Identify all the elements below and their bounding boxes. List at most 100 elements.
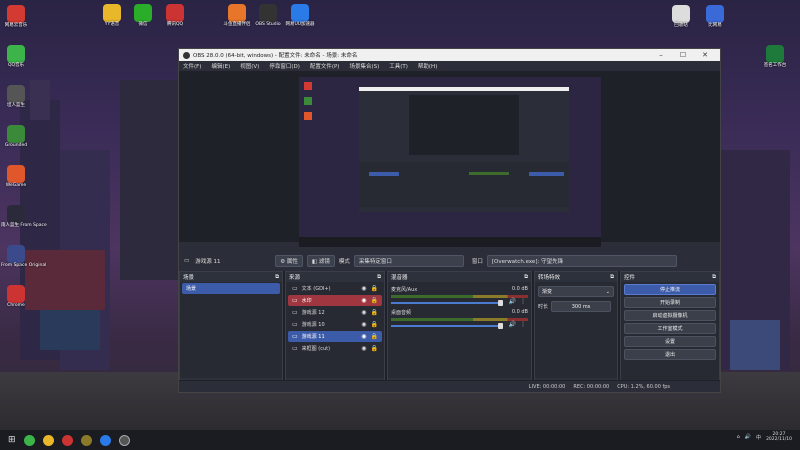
desktop-shortcut-label: 比网易 xyxy=(708,23,722,28)
channel-menu-icon[interactable]: ⋮ xyxy=(520,298,526,305)
source-type-icon: ▭ xyxy=(292,285,298,292)
source-item[interactable]: ▭ 游戏源 12 ◉ 🔒 xyxy=(288,307,382,318)
desktop-shortcut-label: 雨人蓝生 From Space xyxy=(1,223,47,228)
exit-button[interactable]: 退出 xyxy=(624,349,716,360)
transition-select[interactable]: 渐变 ⌄ xyxy=(538,286,614,297)
uu-icon[interactable] xyxy=(99,434,111,446)
undock-icon[interactable]: ⧉ xyxy=(275,274,279,281)
obs-taskbar-icon[interactable] xyxy=(118,434,130,446)
menu-item[interactable]: 编辑(E) xyxy=(211,62,230,70)
scene-name: 场景 xyxy=(186,286,197,292)
window-select[interactable]: [Overwatch.exe]: 守望先锋 xyxy=(486,254,677,267)
desktop-shortcut[interactable]: 坦人蓝生 xyxy=(1,85,31,109)
menu-item[interactable]: 视图(V) xyxy=(240,62,259,70)
menu-item[interactable]: 工具(T) xyxy=(389,62,408,70)
desktop-shortcut[interactable]: OBS Studio xyxy=(253,4,283,28)
qq-music-icon[interactable] xyxy=(23,434,35,446)
undock-icon[interactable]: ⧉ xyxy=(524,274,528,281)
source-item[interactable]: ▭ 文本 (GDI+) ◉ 🔒 xyxy=(288,283,382,294)
close-button[interactable]: ✕ xyxy=(694,51,716,59)
source-name: 游戏源 11 xyxy=(301,334,325,340)
desktop-shortcut-label: 腾讯QQ xyxy=(166,22,184,27)
source-name: 文本 (GDI+) xyxy=(301,286,331,292)
desktop-shortcut[interactable]: 斗鱼直播伴侣 xyxy=(222,4,252,28)
volume-icon[interactable]: 🔊 xyxy=(745,434,751,440)
filters-label: 滤镜 xyxy=(318,258,330,265)
desktop-shortcut[interactable]: 签名工作台 xyxy=(760,45,790,69)
undock-icon[interactable]: ⧉ xyxy=(712,274,716,281)
lock-icon[interactable]: 🔒 xyxy=(371,321,378,328)
duration-input[interactable]: 300 ms xyxy=(551,301,611,312)
chrome-icon xyxy=(7,285,25,303)
channel-db: 0.0 dB xyxy=(511,309,528,315)
desktop-shortcut[interactable]: 腾讯QQ xyxy=(160,4,190,28)
studio-mode-button[interactable]: 工作室模式 xyxy=(624,323,716,334)
language-indicator[interactable]: 中 xyxy=(756,434,761,441)
menu-item[interactable]: 配置文件(P) xyxy=(310,62,340,70)
scene-item[interactable]: 场景 xyxy=(182,283,280,294)
start-virtual-camera-button[interactable]: 启动虚拟摄像机 xyxy=(624,310,716,321)
desktop-shortcut[interactable]: 雨人蓝生 From Space xyxy=(1,205,47,229)
mode-select[interactable]: 采集特定窗口 xyxy=(353,254,464,267)
desktop-shortcut[interactable]: Grounded xyxy=(1,125,31,149)
netease-music-icon[interactable] xyxy=(61,434,73,446)
speaker-icon[interactable]: 🔊 xyxy=(509,298,516,305)
clock[interactable]: 20:27 2022/11/10 xyxy=(766,432,792,443)
desktop-shortcut[interactable]: Chrome xyxy=(1,285,31,309)
recycle-bin-icon xyxy=(672,5,690,23)
undock-icon[interactable]: ⧉ xyxy=(610,274,614,281)
desktop-shortcut[interactable]: From Space Original xyxy=(1,245,46,269)
minimize-button[interactable]: – xyxy=(650,51,672,59)
stop-streaming-button[interactable]: 停止推流 xyxy=(624,284,716,295)
desktop-shortcut[interactable]: 微信 xyxy=(128,4,158,28)
visibility-eye-icon[interactable]: ◉ xyxy=(361,297,366,304)
desktop-shortcut[interactable]: YY语音 xyxy=(97,4,127,28)
speaker-icon[interactable]: 🔊 xyxy=(509,321,516,328)
visibility-eye-icon[interactable]: ◉ xyxy=(361,309,366,316)
visibility-eye-icon[interactable]: ◉ xyxy=(361,321,366,328)
menu-item[interactable]: 停靠窗口(D) xyxy=(269,62,300,70)
desktop-shortcut[interactable]: WeGame xyxy=(1,165,31,189)
menu-item[interactable]: 帮助(H) xyxy=(418,62,437,70)
menu-item[interactable]: 文件(F) xyxy=(183,62,201,70)
desktop-shortcut[interactable]: 回收站 xyxy=(666,5,696,29)
stream-preview[interactable] xyxy=(299,77,601,247)
visibility-eye-icon[interactable]: ◉ xyxy=(361,333,366,340)
desktop-shortcut[interactable]: 网易UU加速器 xyxy=(285,4,315,28)
visibility-eye-icon[interactable]: ◉ xyxy=(361,345,366,352)
lock-icon[interactable]: 🔒 xyxy=(371,285,378,292)
volume-slider[interactable] xyxy=(391,323,503,329)
start-recording-button[interactable]: 开始录制 xyxy=(624,297,716,308)
source-item[interactable]: ▭ 游戏源 11 ◉ 🔒 xyxy=(288,331,382,342)
volume-slider[interactable] xyxy=(391,300,503,306)
lock-icon[interactable]: 🔒 xyxy=(371,297,378,304)
lock-icon[interactable]: 🔒 xyxy=(371,345,378,352)
source-item[interactable]: ▭ 来框图 (cut) ◉ 🔒 xyxy=(288,343,382,354)
maximize-button[interactable]: ☐ xyxy=(672,51,694,59)
network-icon[interactable]: ⌂ xyxy=(737,434,740,440)
desktop-shortcut[interactable]: 网易云音乐 xyxy=(1,5,31,29)
properties-button[interactable]: ⚙ 属性 xyxy=(275,254,303,267)
desktop-shortcut[interactable]: 比网易 xyxy=(700,5,730,29)
settings-button[interactable]: 设置 xyxy=(624,336,716,347)
lock-icon[interactable]: 🔒 xyxy=(371,333,378,340)
source-name: 来框图 (cut) xyxy=(301,346,331,352)
netease-music-icon xyxy=(7,5,25,23)
menu-bar: 文件(F) 编辑(E) 视图(V) 停靠窗口(D) 配置文件(P) 场景集合(S) 工具(T… xyxy=(179,61,720,72)
undock-icon[interactable]: ⧉ xyxy=(377,274,381,281)
windows-start-icon[interactable]: ⊞ xyxy=(8,435,16,445)
filters-button[interactable]: ◧ 滤镜 xyxy=(306,254,335,267)
menu-item[interactable]: 场景集合(S) xyxy=(349,62,379,70)
desktop-shortcut-label: QQ音乐 xyxy=(7,63,25,68)
sources-dock: 来源 ⧉ ▭ 文本 (GDI+) ◉ 🔒 ▭ 水印 ◉ 🔒 ▭ 游戏源 12 ◉ 🔒 ▭ 游戏源 10 ◉ 🔒 ▭… xyxy=(285,271,385,392)
yy-icon[interactable] xyxy=(42,434,54,446)
visibility-eye-icon[interactable]: ◉ xyxy=(361,285,366,292)
channel-menu-icon[interactable]: ⋮ xyxy=(520,321,526,328)
game-icon[interactable] xyxy=(80,434,92,446)
source-item[interactable]: ▭ 游戏源 10 ◉ 🔒 xyxy=(288,319,382,330)
desktop-shortcut[interactable]: QQ音乐 xyxy=(1,45,31,69)
obs-icon xyxy=(259,4,277,22)
source-name: 游戏源 10 xyxy=(301,322,325,328)
lock-icon[interactable]: 🔒 xyxy=(371,309,378,316)
source-item[interactable]: ▭ 水印 ◉ 🔒 xyxy=(288,295,382,306)
